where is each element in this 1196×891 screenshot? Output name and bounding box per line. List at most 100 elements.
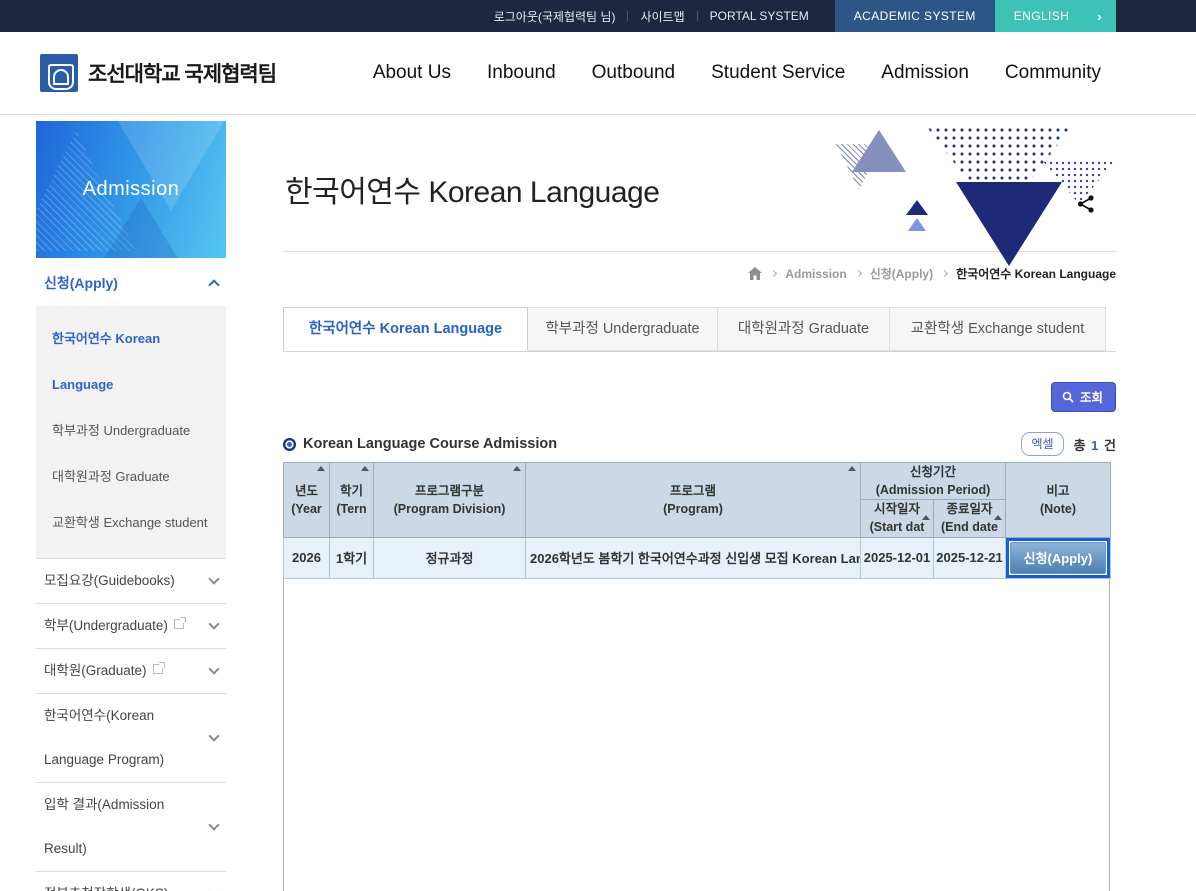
cell-start-date: 2025-12-01 — [861, 537, 934, 578]
header-text: (Admission Period) — [876, 483, 991, 497]
admission-grid: 년도 (Year 학기 (Tern 프로그램구분 ( — [283, 462, 1116, 891]
menu-label: 정부초청장학생(GKS) — [44, 886, 168, 891]
total-suffix: 건 — [1104, 438, 1116, 453]
sidebar-item-graduate[interactable]: 대학원(Graduate) — [36, 649, 226, 694]
nav-inbound[interactable]: Inbound — [487, 62, 556, 84]
sort-asc-icon — [513, 466, 521, 471]
column-header-term[interactable]: 학기 (Tern — [330, 463, 374, 538]
sidebar-item-admission-result[interactable]: 입학 결과(Admission Result) — [36, 783, 226, 872]
section-title: Korean Language Course Admission — [303, 436, 557, 452]
chevron-down-icon — [208, 886, 219, 891]
nav-outbound[interactable]: Outbound — [592, 62, 675, 84]
chevron-down-icon — [208, 618, 219, 629]
cell-division: 정규과정 — [374, 537, 526, 578]
gray-triangle-decoration — [852, 130, 906, 172]
sidebar-item-korean-program[interactable]: 한국어연수(Korean Language Program) — [36, 694, 226, 783]
cell-note: 신청(Apply) — [1006, 537, 1111, 578]
sidebar-banner: Admission — [36, 121, 226, 258]
search-button[interactable]: 조회 — [1051, 382, 1116, 412]
search-button-label: 조회 — [1080, 387, 1103, 406]
nav-admission[interactable]: Admission — [881, 62, 969, 84]
page-title: 한국어연수 Korean Language — [285, 167, 1116, 211]
tab-undergraduate[interactable]: 학부과정 Undergraduate — [528, 307, 718, 351]
divider — [283, 251, 1116, 252]
language-label: ENGLISH — [1014, 9, 1069, 23]
total-count-text: 총 1 건 — [1074, 435, 1116, 454]
university-emblem-icon — [40, 54, 78, 92]
page: 로그아웃(국제협력팀 님) 사이트맵 PORTAL SYSTEM ACADEMI… — [0, 0, 1196, 891]
sidebar-item-undergraduate-course[interactable]: 학부과정 Undergraduate — [52, 408, 210, 454]
menu-label: 입학 결과(Admission Result) — [44, 797, 164, 856]
spacer — [1116, 0, 1196, 32]
breadcrumb-separator — [855, 270, 862, 277]
top-utility-bar: 로그아웃(국제협력팀 님) 사이트맵 PORTAL SYSTEM ACADEMI… — [0, 0, 1196, 32]
menu-label: 학부(Undergraduate) — [44, 618, 168, 633]
breadcrumb-admission[interactable]: Admission — [785, 267, 846, 281]
column-header-admission-period[interactable]: 신청기간 (Admission Period) — [861, 463, 1006, 500]
tab-korean-language[interactable]: 한국어연수 Korean Language — [283, 307, 528, 351]
column-header-program[interactable]: 프로그램 (Program) — [526, 463, 861, 538]
chevron-down-icon — [208, 819, 219, 830]
header-text: 시작일자 — [874, 502, 920, 516]
sidebar-item-guidebooks[interactable]: 모집요강(Guidebooks) — [36, 559, 226, 604]
menu-label: 모집요강(Guidebooks) — [44, 573, 175, 588]
nav-about-us[interactable]: About Us — [373, 62, 451, 84]
total-count: 1 — [1089, 438, 1100, 453]
cell-term: 1학기 — [330, 537, 374, 578]
sort-asc-icon — [361, 466, 369, 471]
academic-system-link[interactable]: ACADEMIC SYSTEM — [835, 0, 995, 32]
column-header-program-division[interactable]: 프로그램구분 (Program Division) — [374, 463, 526, 538]
sitemap-link[interactable]: 사이트맵 — [628, 0, 696, 32]
breadcrumb-separator — [770, 270, 777, 277]
cell-year: 2026 — [284, 537, 330, 578]
breadcrumb-apply[interactable]: 신청(Apply) — [870, 265, 933, 282]
portal-system-link[interactable]: PORTAL SYSTEM — [698, 0, 821, 32]
chevron-up-icon — [208, 279, 219, 290]
tab-exchange-student[interactable]: 교환학생 Exchange student — [890, 307, 1106, 351]
sidebar-item-gks[interactable]: 정부초청장학생(GKS) — [36, 872, 226, 891]
sidebar-item-undergraduate[interactable]: 학부(Undergraduate) — [36, 604, 226, 649]
menu-label: 한국어연수(Korean Language Program) — [44, 708, 164, 767]
nav-student-service[interactable]: Student Service — [711, 62, 845, 84]
column-header-end-date[interactable]: 종료일자 (End date — [934, 500, 1006, 537]
sidebar-banner-title: Admission — [83, 178, 180, 201]
header-text: 신청기간 — [910, 465, 956, 479]
breadcrumb: Admission 신청(Apply) 한국어연수 Korean Languag… — [283, 265, 1116, 282]
external-link-icon — [174, 619, 184, 629]
sort-asc-icon — [994, 515, 1002, 520]
apply-button[interactable]: 신청(Apply) — [1010, 542, 1106, 574]
header-text: (End date — [941, 520, 998, 534]
grid-empty-area — [283, 579, 1110, 891]
excel-export-button[interactable]: 엑셀 — [1021, 432, 1063, 456]
sidebar-item-graduate-course[interactable]: 대학원과정 Graduate — [52, 454, 210, 500]
logout-link[interactable]: 로그아웃(국제협력팀 님) — [482, 0, 628, 32]
chevron-down-icon — [208, 730, 219, 741]
body-wrap: Admission 신청(Apply) 한국어연수 Korean Languag… — [0, 115, 1196, 891]
logo-text: 조선대학교 국제협력팀 — [88, 58, 276, 88]
nav-community[interactable]: Community — [1005, 62, 1101, 84]
home-icon[interactable] — [748, 267, 762, 280]
header-text: (Year — [291, 502, 322, 516]
column-header-year[interactable]: 년도 (Year — [284, 463, 330, 538]
header-text: 학기 — [340, 484, 363, 498]
section-header-row: Korean Language Course Admission 엑셀 총 1 … — [283, 432, 1116, 456]
language-select-english[interactable]: ENGLISH › — [995, 0, 1116, 32]
menu-label: 대학원(Graduate) — [44, 663, 147, 678]
chevron-down-icon — [208, 663, 219, 674]
search-row: 조회 — [283, 382, 1116, 412]
share-icon[interactable] — [1076, 194, 1096, 219]
tab-graduate[interactable]: 대학원과정 Graduate — [718, 307, 890, 351]
site-logo[interactable]: 조선대학교 국제협력팀 — [40, 54, 276, 92]
column-header-start-date[interactable]: 시작일자 (Start dat — [861, 500, 934, 537]
sidebar-item-korean-language[interactable]: 한국어연수 Korean Language — [52, 316, 210, 408]
main-content: 한국어연수 Korean Language Admission 신청(Apply… — [283, 115, 1116, 891]
search-icon — [1062, 391, 1074, 403]
column-header-note[interactable]: 비고 (Note) — [1006, 463, 1111, 538]
breadcrumb-current: 한국어연수 Korean Language — [956, 265, 1116, 282]
header-text: (Program) — [663, 502, 723, 516]
header-text: 비고 — [1046, 484, 1069, 498]
sidebar-item-apply[interactable]: 신청(Apply) — [36, 258, 226, 306]
sidebar-item-exchange-student[interactable]: 교환학생 Exchange student — [52, 500, 210, 546]
sidebar-apply-label: 신청(Apply) — [44, 273, 118, 293]
header-text: (Note) — [1040, 502, 1076, 516]
